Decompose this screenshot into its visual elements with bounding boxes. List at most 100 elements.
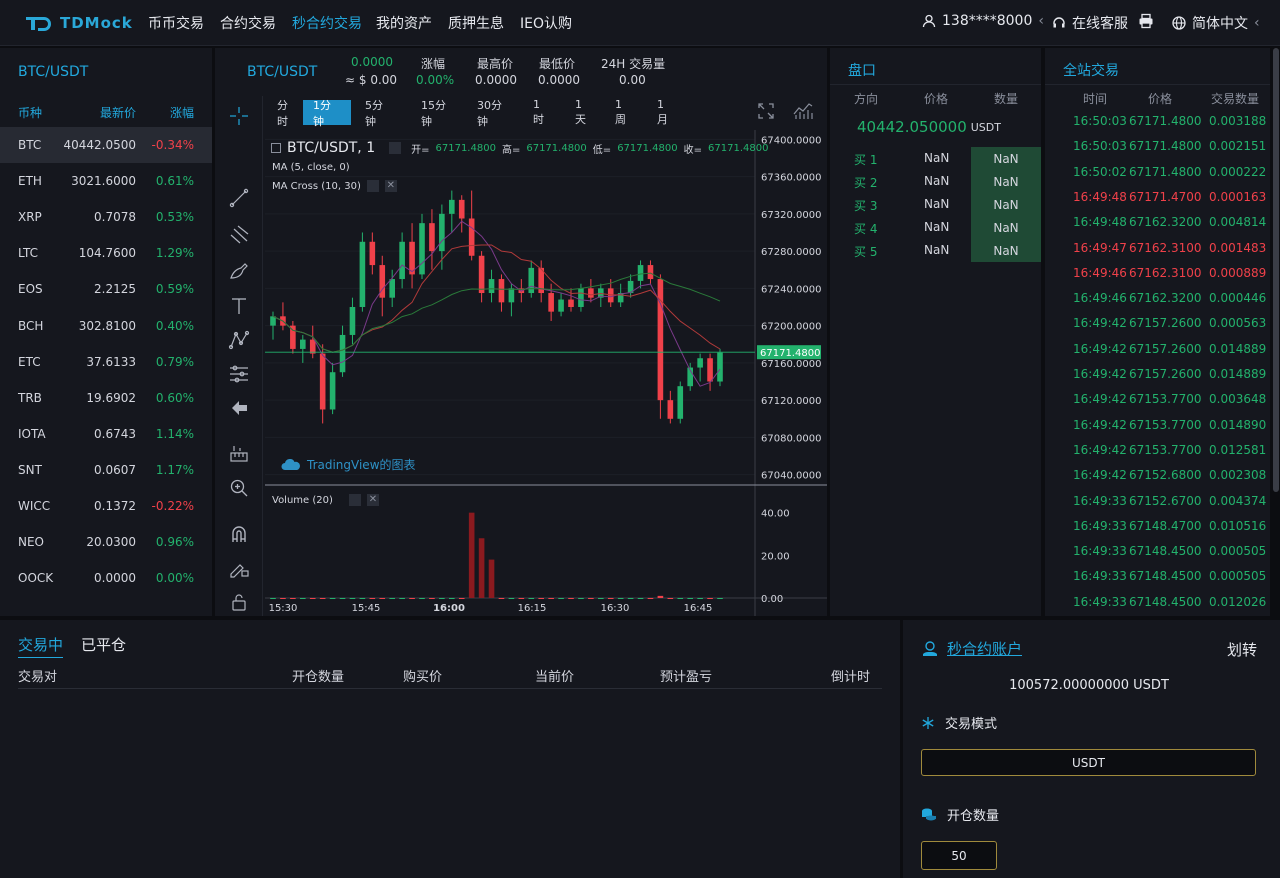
market-row[interactable]: LTC 104.7600 1.29% — [0, 235, 212, 271]
user-menu[interactable]: 138****8000 ‹ — [922, 13, 1044, 29]
trade-price: 67157.2600 — [1129, 367, 1202, 381]
price-tick: 67080.0000 — [761, 433, 821, 444]
trade-row: 16:49:42 67157.2600 0.014889 — [1045, 361, 1270, 386]
unlock-icon[interactable] — [225, 588, 253, 616]
orderbook-row[interactable]: 买 5 NaN NaN — [830, 239, 1041, 262]
trade-row: 16:49:42 67153.7700 0.003648 — [1045, 386, 1270, 411]
nav-ieo[interactable]: IEO认购 — [520, 13, 572, 33]
orderbook-row[interactable]: 买 1 NaN NaN — [830, 147, 1041, 170]
last-price-label: 67171.4800 — [760, 348, 820, 359]
nav-second-contract[interactable]: 秒合约交易 — [292, 13, 362, 33]
orderbook-row[interactable]: 买 4 NaN NaN — [830, 216, 1041, 239]
market-row[interactable]: BCH 302.8100 0.40% — [0, 308, 212, 344]
ohlc-low: 67171.4800 — [617, 142, 678, 154]
language-select[interactable]: 简体中文 ‹ — [1172, 13, 1260, 33]
magnet-icon[interactable] — [225, 520, 253, 548]
fullscreen-icon[interactable] — [757, 102, 775, 123]
scrollbar[interactable] — [1273, 48, 1279, 492]
market-price: 0.7078 — [94, 210, 136, 225]
timeframe-3[interactable]: 15分钟 — [411, 99, 463, 128]
market-row[interactable]: TRB 19.6902 0.60% — [0, 380, 212, 416]
market-price: 0.0607 — [94, 462, 136, 477]
nav-assets[interactable]: 我的资产 — [376, 13, 432, 33]
brush-icon[interactable] — [225, 256, 253, 284]
timeframe-1[interactable]: 1分钟 — [303, 99, 351, 128]
trade-row: 16:49:33 67148.4700 0.010516 — [1045, 513, 1270, 538]
trade-qty: 0.014889 — [1209, 367, 1267, 381]
ohlc-low-label: 低= — [592, 144, 612, 156]
nav-contract[interactable]: 合约交易 — [220, 13, 276, 33]
volume-legend: Volume (20) ✕ — [272, 494, 379, 506]
timeframe-8[interactable]: 1月 — [647, 98, 679, 126]
market-price: 0.1372 — [94, 499, 136, 513]
lock-pencil-icon[interactable] — [225, 554, 253, 582]
close-icon[interactable]: ✕ — [366, 494, 379, 506]
text-tool-icon[interactable] — [225, 292, 253, 320]
trade-time: 16:49:33 — [1073, 594, 1127, 609]
app-download[interactable] — [1138, 13, 1154, 29]
tab-active-orders[interactable]: 交易中 — [18, 634, 64, 658]
ob-qty: NaN — [971, 147, 1041, 170]
trade-row: 16:49:48 67162.3200 0.004814 — [1045, 209, 1270, 234]
settings-icon[interactable] — [389, 142, 402, 154]
printer-icon — [1139, 13, 1153, 29]
trade-qty: 0.014889 — [1209, 341, 1267, 356]
price-chart[interactable]: 67400.0000 67360.0000 67320.0000 67280.0000… — [265, 130, 827, 616]
tradingview-watermark[interactable]: TradingView的图表 — [281, 456, 416, 473]
settings-icon[interactable] — [366, 180, 379, 192]
volume-bar — [359, 598, 366, 599]
top-navbar: TDMock 币币交易 合约交易 秒合约交易 我的资产 质押生息 IEO认购 1… — [0, 0, 1280, 46]
market-row[interactable]: WICC 0.1372 -0.22% — [0, 488, 212, 524]
trade-row: 16:49:42 67152.6800 0.002308 — [1045, 462, 1270, 487]
orderbook-row[interactable]: 买 3 NaN NaN — [830, 193, 1041, 216]
account-title-row[interactable]: 秒合约账户 — [921, 638, 1022, 659]
candle-body — [488, 279, 495, 294]
candle-body — [508, 288, 515, 303]
wallet-icon — [923, 640, 937, 656]
crosshair-icon[interactable] — [225, 102, 253, 130]
logo[interactable]: TDMock — [24, 12, 133, 34]
nav-staking[interactable]: 质押生息 — [448, 13, 504, 33]
pattern-icon[interactable] — [225, 326, 253, 354]
close-icon[interactable]: ✕ — [384, 180, 397, 192]
tab-closed-orders[interactable]: 已平仓 — [81, 634, 126, 655]
trade-time: 16:49:33 — [1073, 544, 1127, 559]
settings-icon[interactable] — [348, 494, 361, 506]
divider — [1045, 84, 1270, 85]
market-row[interactable]: NEO 20.0300 0.96% — [0, 524, 212, 560]
support-link[interactable]: 在线客服 — [1052, 13, 1128, 33]
timeframe-6[interactable]: 1天 — [565, 98, 597, 126]
market-row[interactable]: XRP 0.7078 0.53% — [0, 199, 212, 235]
market-row[interactable]: SNT 0.0607 1.17% — [0, 452, 212, 488]
timeframe-5[interactable]: 1时 — [523, 98, 555, 126]
market-row[interactable]: BTC 40442.0500 -0.34% — [0, 127, 212, 163]
timeframe-4[interactable]: 30分钟 — [467, 99, 519, 128]
measure-icon[interactable] — [225, 360, 253, 388]
candle-body — [588, 288, 594, 298]
arrow-left-icon[interactable] — [225, 394, 253, 422]
market-row[interactable]: IOTA 0.6743 1.14% — [0, 416, 212, 452]
fib-icon[interactable] — [225, 220, 253, 248]
market-row[interactable]: ETC 37.6133 0.79% — [0, 344, 212, 380]
trade-time: 16:49:46 — [1073, 265, 1127, 280]
timeframe-2[interactable]: 5分钟 — [355, 99, 399, 128]
indicators-icon[interactable] — [793, 102, 813, 123]
market-row[interactable]: EOS 2.2125 0.59% — [0, 271, 212, 307]
market-row[interactable]: OOCK 0.0000 0.00% — [0, 560, 212, 596]
market-symbol: BTC — [18, 138, 42, 152]
qty-input[interactable]: 50 — [921, 841, 997, 870]
mode-select[interactable]: USDT — [921, 749, 1256, 776]
ticker-volume: 0.00 — [619, 73, 646, 87]
market-price: 2.2125 — [94, 282, 136, 297]
transfer-button[interactable]: 划转 — [1227, 639, 1257, 660]
market-row[interactable]: ETH 3021.6000 0.61% — [0, 163, 212, 199]
orderbook-row[interactable]: 买 2 NaN NaN — [830, 170, 1041, 193]
nav-spot[interactable]: 币币交易 — [148, 13, 204, 33]
timeframe-0[interactable]: 分时 — [267, 99, 301, 128]
ruler-icon[interactable] — [225, 440, 253, 468]
market-change: 0.53% — [155, 210, 194, 225]
zoom-in-icon[interactable] — [225, 474, 253, 502]
timeframe-7[interactable]: 1周 — [605, 98, 641, 126]
collapse-legend-icon[interactable] — [271, 143, 281, 153]
trendline-icon[interactable] — [225, 184, 253, 212]
